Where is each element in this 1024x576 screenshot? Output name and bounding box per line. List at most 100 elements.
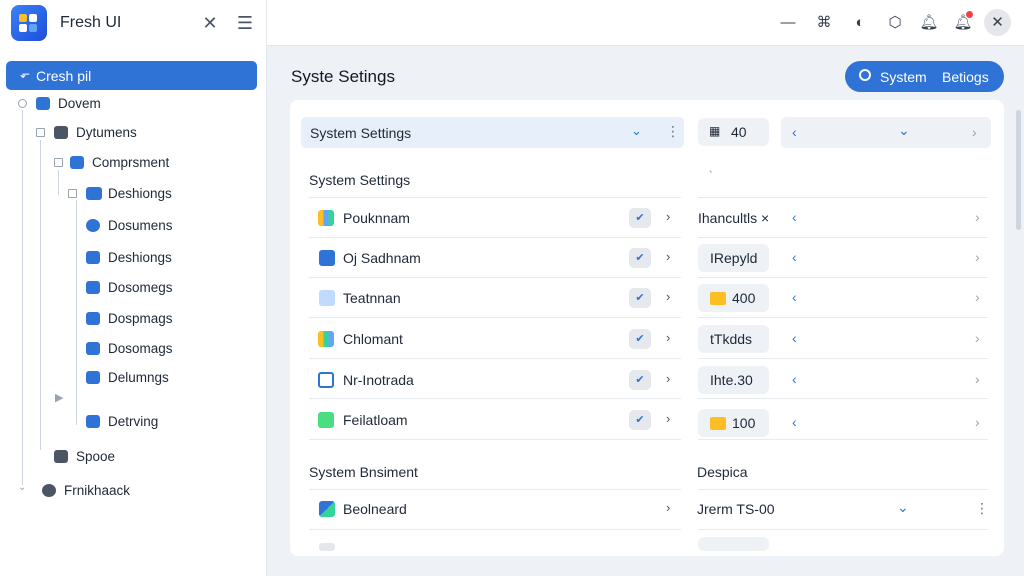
tree-item-label: Dosomags — [108, 341, 173, 356]
chevron-right-icon[interactable]: › — [666, 289, 670, 304]
database-icon — [54, 450, 68, 463]
settings-panel — [290, 100, 1004, 556]
chevron-right-icon[interactable]: › — [666, 209, 670, 224]
more-icon[interactable]: ⋮ — [666, 123, 680, 140]
folder-icon — [710, 417, 726, 430]
setting-label: Feilatloam — [343, 412, 408, 428]
chevron-right-icon[interactable]: › — [666, 411, 670, 426]
value-pill[interactable]: tTkdds — [698, 325, 769, 353]
chevron-left-icon[interactable]: ‹ — [792, 289, 797, 305]
window-close-icon[interactable]: ✕ — [984, 9, 1011, 36]
grid-count[interactable]: ▦ 40 — [698, 118, 769, 146]
chevron-left-icon[interactable]: ‹ — [792, 124, 797, 140]
setting-label: Oj Sadhnam — [343, 250, 421, 266]
chevron-right-icon[interactable]: › — [975, 209, 980, 225]
setting-label: Chlomant — [343, 331, 403, 347]
chevron-left-icon[interactable]: ‹ — [792, 209, 797, 225]
tree-item-label: Frnikhaack — [64, 483, 131, 498]
tree-item-label: Dosomegs — [108, 280, 173, 295]
setting-value: Ihte.30 — [710, 372, 753, 388]
chevron-left-icon[interactable]: ‹ — [792, 330, 797, 346]
button-label: Betiogs — [942, 69, 989, 85]
setting-value: Jrerm TS-00 — [697, 501, 775, 517]
setting-value: IRepyld — [710, 250, 758, 266]
chevron-down-icon[interactable]: ⌄ — [898, 122, 910, 139]
check-icon[interactable]: ✔ — [629, 248, 651, 268]
system-settings-button[interactable]: System Betiogs — [845, 61, 1004, 92]
board-icon — [319, 501, 335, 517]
value-pill[interactable]: 100 — [698, 409, 769, 437]
value-pill[interactable]: Ihte.30 — [698, 366, 769, 394]
folder-icon — [70, 156, 84, 169]
notification-dot — [966, 11, 973, 18]
settings-selector[interactable]: System Settings ⌄ ⋮ — [301, 117, 684, 148]
chevron-right-icon[interactable]: › — [666, 249, 670, 264]
tree-item-selected[interactable]: ⬐ Cresh pil — [6, 61, 257, 90]
grid-icon: ▦ — [709, 124, 721, 138]
setting-label: Teatnnan — [343, 290, 401, 306]
document-icon — [86, 371, 100, 384]
check-icon[interactable]: ✔ — [629, 288, 651, 308]
chevron-down-icon[interactable]: ⌄ — [18, 482, 26, 493]
chevron-right-icon[interactable]: › — [975, 330, 980, 346]
scrollbar[interactable] — [1016, 110, 1021, 230]
chevron-right-icon[interactable]: › — [975, 249, 980, 265]
check-icon[interactable]: ✔ — [629, 410, 651, 430]
tree-item-label: Comprsment — [92, 155, 170, 170]
chevron-left-icon[interactable]: ‹ — [792, 371, 797, 387]
value-pill[interactable]: 400 — [698, 284, 769, 312]
tree-item-label: Dytumens — [76, 125, 137, 140]
chevron-right-icon[interactable]: › — [972, 124, 977, 140]
tree-item-label: Delumngs — [108, 370, 169, 385]
chevron-down-icon[interactable]: ⌄ — [631, 123, 642, 139]
chevron-left-icon[interactable]: ‹ — [792, 249, 797, 265]
chevron-right-icon[interactable]: › — [975, 289, 980, 305]
expander-icon[interactable] — [54, 158, 63, 167]
minimize-icon[interactable]: — — [777, 12, 799, 34]
small-mark: ` — [709, 170, 713, 182]
chevron-right-icon[interactable]: › — [666, 371, 670, 386]
value-pill[interactable] — [698, 537, 769, 551]
menu-icon[interactable]: ☰ — [234, 12, 256, 34]
chevron-right-icon[interactable]: › — [666, 500, 670, 515]
check-icon[interactable]: ✔ — [629, 208, 651, 228]
tree-item-label: Dospmags — [108, 311, 173, 326]
chevron-right-icon[interactable]: › — [975, 371, 980, 387]
chevron-right-icon[interactable]: › — [975, 414, 980, 430]
document-icon — [86, 281, 100, 294]
caret-icon: ⬐ — [20, 67, 31, 81]
app-title: Fresh UI — [60, 14, 122, 31]
document-icon — [86, 312, 100, 325]
close-icon[interactable]: ✕ — [199, 12, 221, 34]
plug-icon[interactable]: ⌘ — [813, 12, 835, 34]
settings-icon[interactable]: ⬡ — [884, 12, 906, 34]
section-title-right: Despica — [697, 464, 748, 480]
bell-icon[interactable]: 🔔︎ — [918, 12, 940, 34]
chevron-left-icon[interactable]: ‹ — [792, 414, 797, 430]
setting-label: Nr-Inotrada — [343, 372, 414, 388]
setting-value: 400 — [732, 290, 756, 306]
theme-icon[interactable]: ◐ — [849, 12, 871, 34]
expander-icon[interactable] — [18, 99, 27, 108]
grid-count-value: 40 — [731, 124, 747, 140]
expander-icon[interactable] — [36, 128, 45, 137]
setting-value: 100 — [732, 415, 756, 431]
document-icon — [86, 342, 100, 355]
section-title: System Settings — [309, 172, 411, 188]
collapse-arrow-icon[interactable]: ▶ — [55, 391, 63, 404]
chevron-down-icon[interactable]: ⌄ — [897, 499, 909, 516]
button-label: System — [880, 69, 927, 85]
check-icon[interactable]: ✔ — [629, 329, 651, 349]
sidebar: Fresh UI ✕ ☰ ⬐ Cresh pil Dovem Dytumens … — [0, 0, 267, 576]
chart-icon — [318, 210, 334, 226]
tree-item-label: Deshiongs — [108, 186, 172, 201]
folder-icon — [36, 97, 50, 110]
tree-item-label: Dosumens — [108, 218, 173, 233]
more-icon[interactable]: ⋮ — [975, 500, 989, 517]
check-icon[interactable]: ✔ — [629, 370, 651, 390]
chevron-right-icon[interactable]: › — [666, 330, 670, 345]
folder-icon — [710, 292, 726, 305]
document-icon — [319, 250, 335, 266]
expander-icon[interactable] — [68, 189, 77, 198]
value-pill[interactable]: IRepyld — [698, 244, 769, 272]
